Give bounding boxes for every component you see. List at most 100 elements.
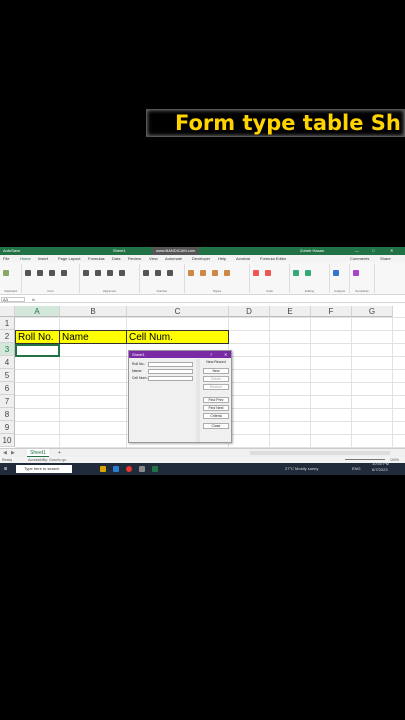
tab-formula-editor[interactable]: Formula Editor bbox=[260, 255, 286, 262]
tab-help[interactable]: Help bbox=[218, 255, 226, 262]
ribbon-tool-icon[interactable] bbox=[143, 270, 149, 276]
video-frame: Form type table Sh AutoSave Sheet1 www.B… bbox=[0, 0, 405, 720]
ribbon-tool-icon[interactable] bbox=[83, 270, 89, 276]
tab-formulas[interactable]: Formulas bbox=[88, 255, 105, 262]
user-name[interactable]: Zoheb Hasan bbox=[300, 247, 324, 255]
close-icon[interactable]: ✕ bbox=[390, 247, 393, 255]
cell-c2[interactable]: Cell Num. bbox=[126, 330, 229, 344]
ribbon-tool-icon[interactable] bbox=[333, 270, 339, 276]
row-header-9[interactable]: 9 bbox=[0, 421, 15, 434]
scroll-left-icon[interactable]: ◀ bbox=[3, 449, 7, 457]
ribbon-tool-icon[interactable] bbox=[3, 270, 9, 276]
ribbon-tool-icon[interactable] bbox=[265, 270, 271, 276]
row-header-5[interactable]: 5 bbox=[0, 369, 15, 382]
ribbon-tool-icon[interactable] bbox=[95, 270, 101, 276]
form-find-next-button[interactable]: Find Next bbox=[203, 405, 229, 411]
column-header-g[interactable]: G bbox=[352, 306, 393, 317]
ribbon-tool-icon[interactable] bbox=[49, 270, 55, 276]
grid-line bbox=[351, 317, 352, 448]
row-header-4[interactable]: 4 bbox=[0, 356, 15, 369]
form-field-input[interactable] bbox=[148, 369, 193, 374]
select-all-corner[interactable] bbox=[0, 306, 15, 317]
column-header-c[interactable]: C bbox=[127, 306, 229, 317]
windows-start-icon[interactable]: ⊞ bbox=[4, 463, 7, 475]
ribbon-tool-icon[interactable] bbox=[155, 270, 161, 276]
weather[interactable]: 27°C Mostly sunny bbox=[285, 463, 318, 475]
autosave-label[interactable]: AutoSave bbox=[3, 247, 20, 255]
ribbon-tool-icon[interactable] bbox=[224, 270, 230, 276]
maximize-icon[interactable]: □ bbox=[372, 247, 374, 255]
ribbon-tool-icon[interactable] bbox=[353, 270, 359, 276]
ribbon-tool-icon[interactable] bbox=[61, 270, 67, 276]
scroll-right-icon[interactable]: ▶ bbox=[11, 449, 15, 457]
tab-acrobat[interactable]: Acrobat bbox=[236, 255, 250, 262]
tab-insert[interactable]: Insert bbox=[38, 255, 48, 262]
form-close-icon[interactable]: ✕ bbox=[224, 351, 227, 358]
sheet-tab-sheet1[interactable]: Sheet1 bbox=[27, 449, 49, 457]
row-header-10[interactable]: 10 bbox=[0, 434, 15, 447]
add-sheet-button[interactable]: + bbox=[58, 449, 61, 457]
excel-taskbar-icon[interactable] bbox=[152, 466, 158, 472]
row-header-6[interactable]: 6 bbox=[0, 382, 15, 395]
tab-review[interactable]: Review bbox=[128, 255, 141, 262]
ribbon-tool-icon[interactable] bbox=[293, 270, 299, 276]
clock-date[interactable]: 6/7/2023 bbox=[372, 467, 388, 473]
active-cell-a3[interactable] bbox=[15, 344, 60, 357]
row-header-2[interactable]: 2 bbox=[0, 330, 15, 343]
tab-file[interactable]: File bbox=[3, 255, 9, 262]
name-box[interactable]: A3 bbox=[1, 297, 25, 302]
form-field-label: Name: bbox=[132, 369, 143, 373]
language[interactable]: ENG bbox=[352, 463, 361, 475]
cell-a2[interactable]: Roll No. bbox=[15, 330, 60, 344]
ribbon-group-font: Font bbox=[22, 264, 80, 293]
tab-page-layout[interactable]: Page Layout bbox=[58, 255, 80, 262]
ribbon-tool-icon[interactable] bbox=[188, 270, 194, 276]
form-restore-button[interactable]: Restore bbox=[203, 384, 229, 390]
form-close-button[interactable]: Close bbox=[203, 423, 229, 429]
row-header-8[interactable]: 8 bbox=[0, 408, 15, 421]
form-field-input[interactable] bbox=[148, 362, 193, 367]
cell-b2[interactable]: Name bbox=[59, 330, 127, 344]
store-icon[interactable] bbox=[139, 466, 145, 472]
horizontal-scrollbar[interactable] bbox=[250, 451, 390, 455]
zoom-slider[interactable] bbox=[345, 459, 385, 460]
help-icon[interactable]: ? bbox=[210, 351, 212, 358]
ribbon-tool-icon[interactable] bbox=[25, 270, 31, 276]
row-header-7[interactable]: 7 bbox=[0, 395, 15, 408]
form-find-prev-button[interactable]: Find Prev bbox=[203, 397, 229, 403]
tab-developer[interactable]: Developer bbox=[192, 255, 210, 262]
excel-window: AutoSave Sheet1 www.BANDICAM.com Zoheb H… bbox=[0, 247, 405, 475]
form-new-button[interactable]: New bbox=[203, 368, 229, 374]
row-header-1[interactable]: 1 bbox=[0, 317, 15, 330]
ribbon-tool-icon[interactable] bbox=[167, 270, 173, 276]
tab-data[interactable]: Data bbox=[112, 255, 120, 262]
column-header-e[interactable]: E bbox=[270, 306, 311, 317]
ribbon-group-label: Number bbox=[156, 289, 168, 293]
chrome-icon[interactable] bbox=[126, 466, 132, 472]
form-delete-button[interactable]: Delete bbox=[203, 376, 229, 382]
form-field-input[interactable] bbox=[148, 376, 193, 381]
minimize-icon[interactable]: — bbox=[355, 247, 359, 255]
column-header-b[interactable]: B bbox=[60, 306, 127, 317]
form-criteria-button[interactable]: Criteria bbox=[203, 413, 229, 419]
column-header-f[interactable]: F bbox=[311, 306, 352, 317]
ribbon-tool-icon[interactable] bbox=[305, 270, 311, 276]
tab-view[interactable]: View bbox=[149, 255, 158, 262]
record-scrollbar[interactable] bbox=[196, 359, 200, 442]
ribbon-tool-icon[interactable] bbox=[253, 270, 259, 276]
ribbon-tool-icon[interactable] bbox=[119, 270, 125, 276]
taskbar-search[interactable]: Type here to search bbox=[16, 465, 72, 473]
ribbon-tool-icon[interactable] bbox=[107, 270, 113, 276]
tab-automate[interactable]: Automate bbox=[165, 255, 182, 262]
fx-icon[interactable]: fx bbox=[32, 296, 35, 303]
share-button[interactable]: Share bbox=[380, 255, 391, 262]
column-header-d[interactable]: D bbox=[229, 306, 270, 317]
ribbon-tool-icon[interactable] bbox=[212, 270, 218, 276]
file-explorer-icon[interactable] bbox=[100, 466, 106, 472]
edge-icon[interactable] bbox=[113, 466, 119, 472]
comments-button[interactable]: Comments bbox=[350, 255, 369, 262]
column-header-a[interactable]: A bbox=[15, 306, 60, 317]
row-header-3[interactable]: 3 bbox=[0, 343, 15, 356]
ribbon-tool-icon[interactable] bbox=[37, 270, 43, 276]
ribbon-tool-icon[interactable] bbox=[200, 270, 206, 276]
